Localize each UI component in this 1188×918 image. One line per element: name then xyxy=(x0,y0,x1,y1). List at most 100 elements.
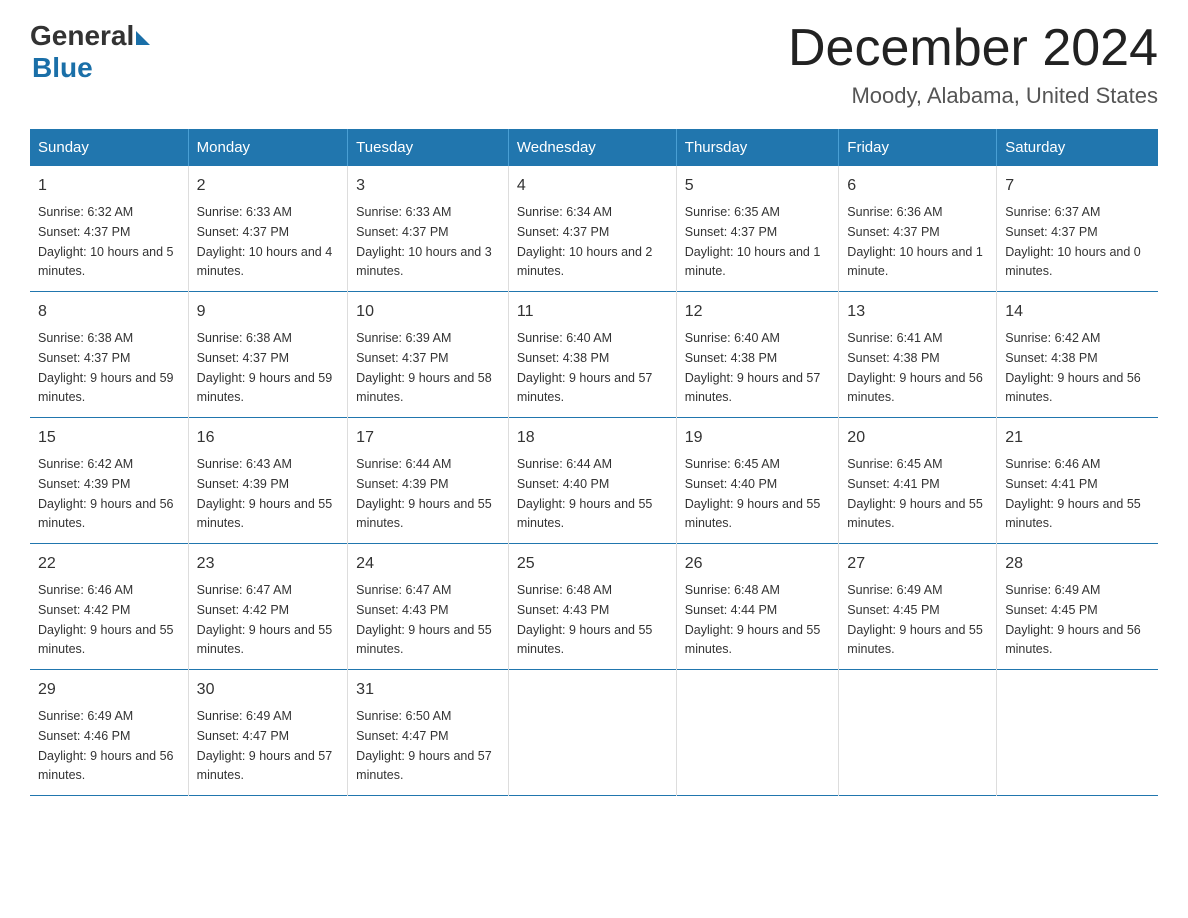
calendar-cell: 6 Sunrise: 6:36 AMSunset: 4:37 PMDaylight… xyxy=(839,166,997,292)
day-info: Sunrise: 6:41 AMSunset: 4:38 PMDaylight:… xyxy=(847,331,983,404)
week-row-3: 15 Sunrise: 6:42 AMSunset: 4:39 PMDayligh… xyxy=(30,418,1158,544)
day-number: 26 xyxy=(685,552,831,576)
day-info: Sunrise: 6:49 AMSunset: 4:47 PMDaylight:… xyxy=(197,709,333,782)
calendar-cell: 17Sunrise: 6:44 AMSunset: 4:39 PMDayligh… xyxy=(348,418,509,544)
day-number: 27 xyxy=(847,552,988,576)
column-header-tuesday: Tuesday xyxy=(348,129,509,166)
calendar-cell: 3 Sunrise: 6:33 AMSunset: 4:37 PMDaylight… xyxy=(348,166,509,292)
day-info: Sunrise: 6:49 AMSunset: 4:45 PMDaylight:… xyxy=(847,583,983,656)
day-info: Sunrise: 6:47 AMSunset: 4:43 PMDaylight:… xyxy=(356,583,492,656)
calendar-cell: 24 Sunrise: 6:47 AMSunset: 4:43 PMDayligh… xyxy=(348,544,509,670)
day-number: 20 xyxy=(847,426,988,450)
calendar-cell: 16Sunrise: 6:43 AMSunset: 4:39 PMDayligh… xyxy=(188,418,348,544)
title-block: December 2024 Moody, Alabama, United Sta… xyxy=(788,20,1158,109)
day-number: 2 xyxy=(197,174,340,198)
calendar-cell: 31 Sunrise: 6:50 AMSunset: 4:47 PMDayligh… xyxy=(348,670,509,796)
calendar-cell: 26 Sunrise: 6:48 AMSunset: 4:44 PMDayligh… xyxy=(676,544,839,670)
day-info: Sunrise: 6:48 AMSunset: 4:43 PMDaylight:… xyxy=(517,583,653,656)
day-number: 18 xyxy=(517,426,668,450)
day-info: Sunrise: 6:39 AMSunset: 4:37 PMDaylight:… xyxy=(356,331,492,404)
week-row-2: 8 Sunrise: 6:38 AMSunset: 4:37 PMDaylight… xyxy=(30,292,1158,418)
logo-blue-text: Blue xyxy=(32,52,93,84)
calendar-cell: 9Sunrise: 6:38 AMSunset: 4:37 PMDaylight… xyxy=(188,292,348,418)
main-title: December 2024 xyxy=(788,20,1158,77)
calendar-cell: 27 Sunrise: 6:49 AMSunset: 4:45 PMDayligh… xyxy=(839,544,997,670)
day-number: 5 xyxy=(685,174,831,198)
calendar-cell: 30 Sunrise: 6:49 AMSunset: 4:47 PMDayligh… xyxy=(188,670,348,796)
calendar-cell: 12Sunrise: 6:40 AMSunset: 4:38 PMDayligh… xyxy=(676,292,839,418)
day-info: Sunrise: 6:33 AMSunset: 4:37 PMDaylight:… xyxy=(197,205,333,278)
day-info: Sunrise: 6:48 AMSunset: 4:44 PMDaylight:… xyxy=(685,583,821,656)
calendar-cell: 7Sunrise: 6:37 AMSunset: 4:37 PMDaylight… xyxy=(997,166,1158,292)
day-number: 3 xyxy=(356,174,500,198)
calendar-cell: 25 Sunrise: 6:48 AMSunset: 4:43 PMDayligh… xyxy=(508,544,676,670)
day-info: Sunrise: 6:45 AMSunset: 4:41 PMDaylight:… xyxy=(847,457,983,530)
calendar-cell: 4 Sunrise: 6:34 AMSunset: 4:37 PMDaylight… xyxy=(508,166,676,292)
calendar-cell: 29Sunrise: 6:49 AMSunset: 4:46 PMDayligh… xyxy=(30,670,188,796)
day-number: 31 xyxy=(356,678,500,702)
calendar-cell: 15 Sunrise: 6:42 AMSunset: 4:39 PMDayligh… xyxy=(30,418,188,544)
day-number: 19 xyxy=(685,426,831,450)
calendar-cell: 22 Sunrise: 6:46 AMSunset: 4:42 PMDayligh… xyxy=(30,544,188,670)
day-info: Sunrise: 6:49 AMSunset: 4:46 PMDaylight:… xyxy=(38,709,174,782)
day-number: 7 xyxy=(1005,174,1150,198)
day-info: Sunrise: 6:42 AMSunset: 4:38 PMDaylight:… xyxy=(1005,331,1141,404)
calendar-cell xyxy=(508,670,676,796)
day-number: 28 xyxy=(1005,552,1150,576)
day-info: Sunrise: 6:50 AMSunset: 4:47 PMDaylight:… xyxy=(356,709,492,782)
calendar-cell: 5 Sunrise: 6:35 AMSunset: 4:37 PMDaylight… xyxy=(676,166,839,292)
day-number: 1 xyxy=(38,174,180,198)
day-info: Sunrise: 6:42 AMSunset: 4:39 PMDaylight:… xyxy=(38,457,174,530)
day-info: Sunrise: 6:34 AMSunset: 4:37 PMDaylight:… xyxy=(517,205,653,278)
column-header-monday: Monday xyxy=(188,129,348,166)
day-info: Sunrise: 6:36 AMSunset: 4:37 PMDaylight:… xyxy=(847,205,983,278)
day-number: 21 xyxy=(1005,426,1150,450)
calendar-cell: 28Sunrise: 6:49 AMSunset: 4:45 PMDayligh… xyxy=(997,544,1158,670)
calendar-cell: 10 Sunrise: 6:39 AMSunset: 4:37 PMDayligh… xyxy=(348,292,509,418)
day-number: 14 xyxy=(1005,300,1150,324)
week-row-4: 22 Sunrise: 6:46 AMSunset: 4:42 PMDayligh… xyxy=(30,544,1158,670)
calendar-cell xyxy=(676,670,839,796)
day-number: 8 xyxy=(38,300,180,324)
day-number: 15 xyxy=(38,426,180,450)
day-number: 25 xyxy=(517,552,668,576)
calendar-cell: 1 Sunrise: 6:32 AMSunset: 4:37 PMDaylight… xyxy=(30,166,188,292)
calendar-header: SundayMondayTuesdayWednesdayThursdayFrid… xyxy=(30,129,1158,166)
day-number: 23 xyxy=(197,552,340,576)
day-number: 10 xyxy=(356,300,500,324)
day-number: 6 xyxy=(847,174,988,198)
day-info: Sunrise: 6:33 AMSunset: 4:37 PMDaylight:… xyxy=(356,205,492,278)
day-info: Sunrise: 6:32 AMSunset: 4:37 PMDaylight:… xyxy=(38,205,174,278)
page-header: General Blue December 2024 Moody, Alabam… xyxy=(30,20,1158,109)
calendar-cell: 23Sunrise: 6:47 AMSunset: 4:42 PMDayligh… xyxy=(188,544,348,670)
subtitle: Moody, Alabama, United States xyxy=(788,83,1158,109)
day-number: 30 xyxy=(197,678,340,702)
day-number: 4 xyxy=(517,174,668,198)
day-info: Sunrise: 6:45 AMSunset: 4:40 PMDaylight:… xyxy=(685,457,821,530)
calendar-cell: 20 Sunrise: 6:45 AMSunset: 4:41 PMDayligh… xyxy=(839,418,997,544)
day-info: Sunrise: 6:46 AMSunset: 4:42 PMDaylight:… xyxy=(38,583,174,656)
calendar-table: SundayMondayTuesdayWednesdayThursdayFrid… xyxy=(30,129,1158,796)
calendar-cell: 2 Sunrise: 6:33 AMSunset: 4:37 PMDaylight… xyxy=(188,166,348,292)
column-header-thursday: Thursday xyxy=(676,129,839,166)
day-info: Sunrise: 6:46 AMSunset: 4:41 PMDaylight:… xyxy=(1005,457,1141,530)
column-header-sunday: Sunday xyxy=(30,129,188,166)
day-info: Sunrise: 6:38 AMSunset: 4:37 PMDaylight:… xyxy=(38,331,174,404)
calendar-cell: 18 Sunrise: 6:44 AMSunset: 4:40 PMDayligh… xyxy=(508,418,676,544)
calendar-cell: 8 Sunrise: 6:38 AMSunset: 4:37 PMDaylight… xyxy=(30,292,188,418)
day-number: 22 xyxy=(38,552,180,576)
day-number: 24 xyxy=(356,552,500,576)
day-number: 17 xyxy=(356,426,500,450)
calendar-cell: 21 Sunrise: 6:46 AMSunset: 4:41 PMDayligh… xyxy=(997,418,1158,544)
calendar-cell: 19 Sunrise: 6:45 AMSunset: 4:40 PMDayligh… xyxy=(676,418,839,544)
day-number: 13 xyxy=(847,300,988,324)
day-info: Sunrise: 6:35 AMSunset: 4:37 PMDaylight:… xyxy=(685,205,821,278)
week-row-5: 29Sunrise: 6:49 AMSunset: 4:46 PMDayligh… xyxy=(30,670,1158,796)
column-header-wednesday: Wednesday xyxy=(508,129,676,166)
calendar-cell xyxy=(997,670,1158,796)
day-info: Sunrise: 6:40 AMSunset: 4:38 PMDaylight:… xyxy=(685,331,821,404)
calendar-cell: 14 Sunrise: 6:42 AMSunset: 4:38 PMDayligh… xyxy=(997,292,1158,418)
day-info: Sunrise: 6:44 AMSunset: 4:40 PMDaylight:… xyxy=(517,457,653,530)
calendar-body: 1 Sunrise: 6:32 AMSunset: 4:37 PMDaylight… xyxy=(30,166,1158,796)
logo: General Blue xyxy=(30,20,150,84)
